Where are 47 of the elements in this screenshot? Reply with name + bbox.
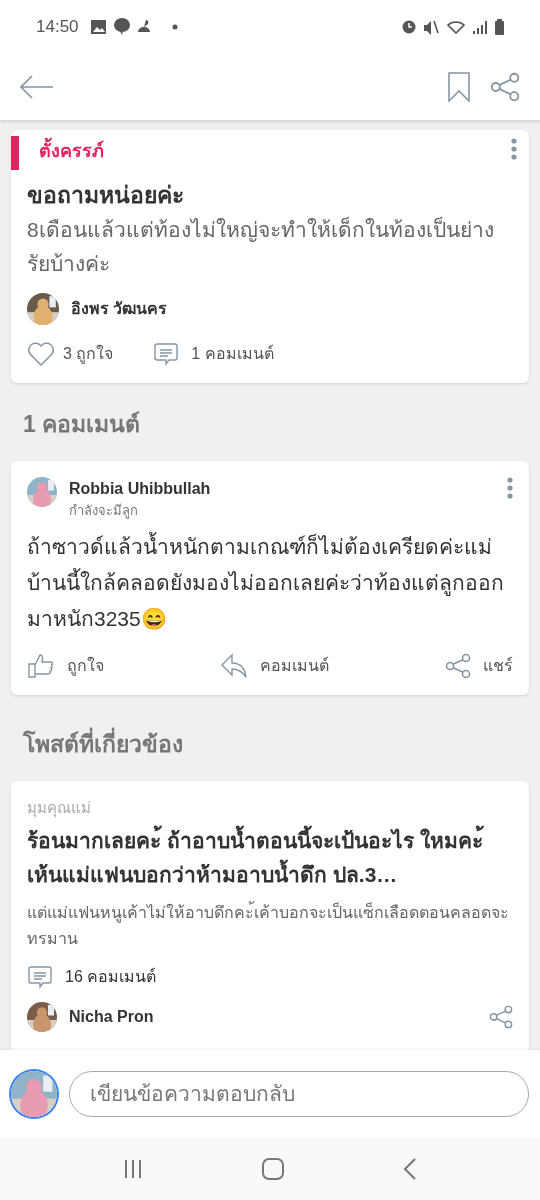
like-count: 3 ถูกใจ <box>63 343 114 366</box>
battery-icon <box>495 19 504 35</box>
comment-text: ถ้าซาวด์แล้วน้ำหนักตามเกณฑ์ก็ไม่ต้องเครียดค่ะแม่ บ้านนี้ใกล้คลอดยังมองไม่ออกเลยค่ะว่าท้องแต่ลูกออกมาหนัก3235😄 <box>27 531 505 632</box>
heart-icon[interactable] <box>27 340 55 367</box>
related-post-title: ร้อนมากเลยคะ้ ถ้าอาบน้ำตอนนี้จะเป้นอะไร ใหมคะ้เห้นแม่แฟนบอกว่าห้ามอาบน้ำดึก ปล.3… <box>27 823 513 892</box>
reply-field[interactable]: เขียนข้อความตอบกลับ <box>69 1071 529 1117</box>
comment-count: 1 คอมเมนต์ <box>191 343 274 364</box>
section-heading: โพสต์ที่เกี่ยวข้อง <box>11 726 529 761</box>
category-accent-bar <box>11 136 19 170</box>
bookmark-icon[interactable] <box>448 72 470 102</box>
post-title: ขอถามหน่อยค่ะ <box>27 181 185 210</box>
image-icon <box>90 20 106 34</box>
comment-icon <box>153 340 180 367</box>
commenter-status: กำลังจะมีลูก <box>69 502 139 521</box>
alarm-icon <box>402 20 416 34</box>
mute-icon <box>424 19 439 35</box>
signal-icon <box>473 20 487 34</box>
thumbs-up-icon[interactable] <box>27 652 55 679</box>
author-name[interactable]: Nicha Pron <box>69 1004 477 1029</box>
share-icon[interactable] <box>489 1004 513 1029</box>
commenter-name[interactable]: Robbia Uhibbullah <box>69 477 495 501</box>
share-icon[interactable] <box>445 652 471 679</box>
related-post-excerpt: แต่แม่แฟนหนูเค้าไม่ให้อาบดึกคะ้เค้าบอกจะเป็นแซ็กเลือดตอนคลอดจะทรมาน <box>27 900 510 949</box>
related-post-card[interactable]: มุมคุณแม่ ร้อนมากเลยคะ้ ถ้าอาบน้ำตอนนี้จะเป้นอะไร ใหมคะ้เห้นแม่แฟนบอกว่าห้ามอาบน้ำดึก ปล.3… แต่แม่แฟนหนูเค้าไม่ให้อาบดึกคะ้เค้าบอกจะเป็นแซ็กเลือดตอนคลอดจะทรมาน 16 คอมเมนต์ Nicha Pron <box>11 781 529 1050</box>
section-heading: 1 คอมเมนต์ <box>22 409 142 439</box>
status-time: 14:50 <box>36 16 79 39</box>
wifi-icon <box>447 20 465 34</box>
comment-icon <box>27 963 53 990</box>
back-arrow-icon[interactable] <box>20 75 54 99</box>
category-label: มุมคุณแม่ <box>27 798 92 820</box>
recent-apps-icon[interactable] <box>123 1159 144 1179</box>
comment-button[interactable]: คอมเมนต์ <box>260 653 329 678</box>
figure-icon <box>137 20 152 34</box>
dot-icon <box>171 24 178 30</box>
author-name[interactable]: อิงพร วัฒนคร <box>71 296 168 321</box>
like-button[interactable]: ถูกใจ <box>67 653 104 678</box>
back-icon[interactable] <box>402 1158 417 1180</box>
category-label[interactable]: ตั้งครรภ์ <box>39 138 104 165</box>
comment-count: 16 คอมเมนต์ <box>65 966 157 987</box>
home-icon[interactable] <box>262 1158 284 1180</box>
more-options-icon[interactable] <box>511 138 517 160</box>
reply-arrow-icon[interactable] <box>220 652 248 679</box>
share-icon[interactable] <box>490 72 520 102</box>
post-body: 8เดือนแล้วแต่ท้องไม่ใหญ่จะทำให้เด็กในท้องเป็นย่างรัยบ้างค่ะ <box>27 215 495 277</box>
share-button[interactable]: แชร์ <box>483 653 513 678</box>
more-options-icon[interactable] <box>507 477 513 499</box>
chat-bubble-icon <box>113 18 130 36</box>
